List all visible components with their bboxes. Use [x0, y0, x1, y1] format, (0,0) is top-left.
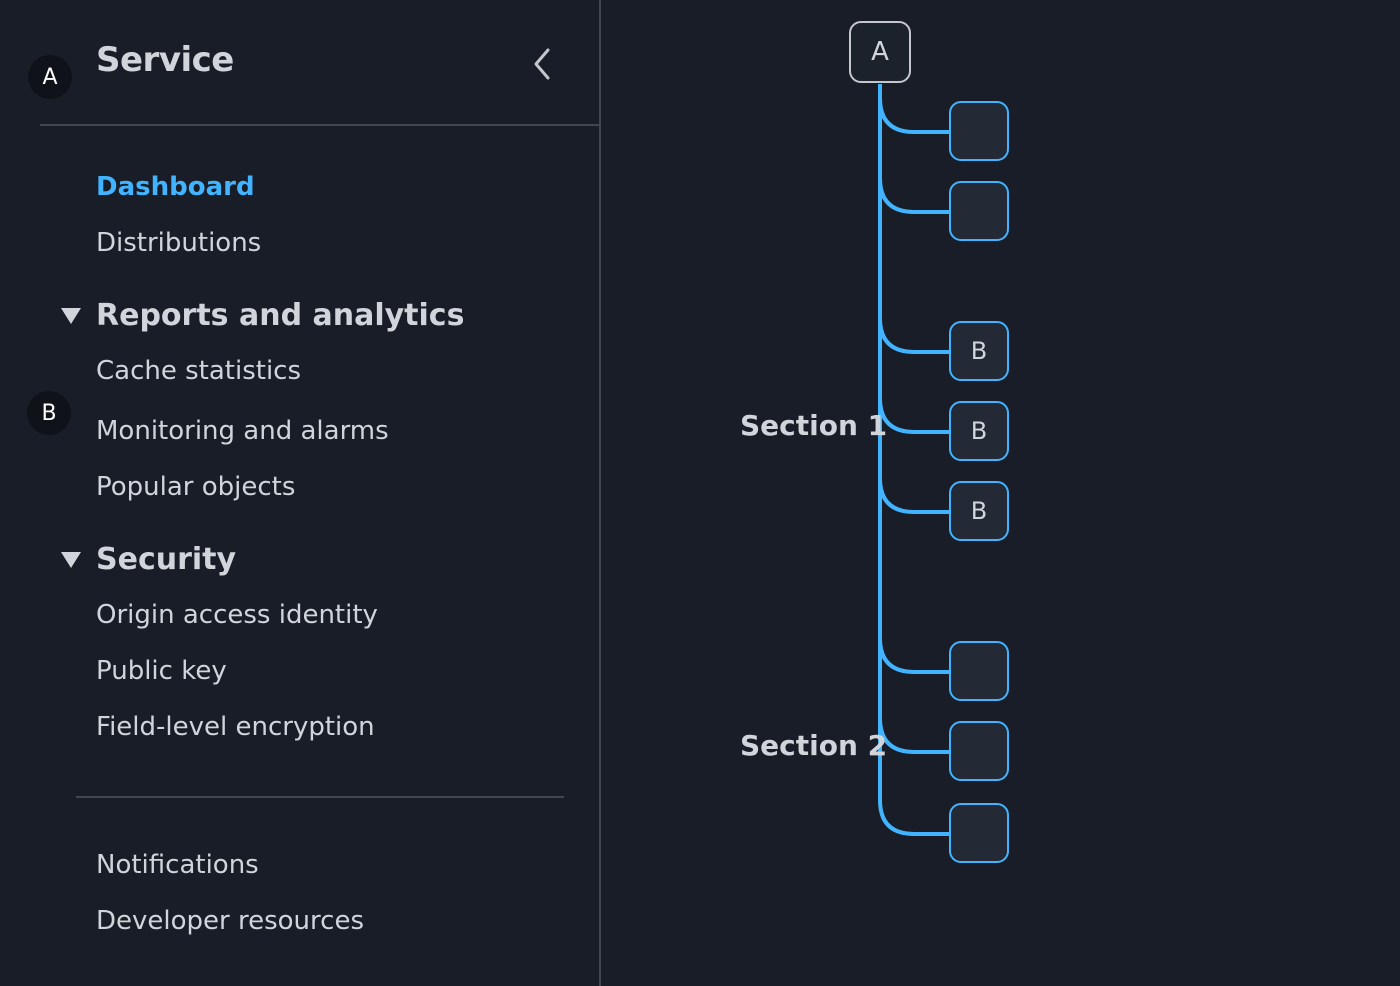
connector-branch: [878, 397, 949, 434]
service-title[interactable]: Service: [96, 40, 234, 80]
nav-link-notifications[interactable]: Notifications: [96, 850, 259, 880]
connector-branch: [878, 717, 949, 754]
caret-down-icon: [60, 551, 96, 569]
nav-link-popular-objects[interactable]: Popular objects: [96, 472, 295, 502]
diagram-root-node: A: [849, 21, 911, 83]
caret-down-icon: [60, 307, 96, 325]
nav-link-dashboard[interactable]: Dashboard: [96, 172, 255, 202]
nav-link-field-level-encryption[interactable]: Field-level encryption: [96, 712, 375, 742]
diagram-child-node: [949, 101, 1009, 161]
diagram-section-label: Section 1: [740, 409, 888, 442]
chevron-left-icon: [531, 47, 553, 85]
diagram-child-node: [949, 641, 1009, 701]
nav-link-cache-statistics[interactable]: Cache statistics: [96, 356, 301, 386]
nav-link-distributions[interactable]: Distributions: [96, 228, 261, 258]
connector-branch: [878, 97, 949, 134]
connector-branch: [878, 177, 949, 214]
side-navigation: A Service Dashboard Distributions Report…: [0, 0, 601, 986]
diagram-child-node: B: [949, 401, 1009, 461]
nav-link-monitoring-and-alarms[interactable]: Monitoring and alarms: [96, 416, 389, 446]
diagram-section-label: Section 2: [740, 729, 888, 762]
annotation-marker-b: B: [27, 391, 71, 435]
header-divider: [40, 124, 600, 126]
connector-branch: [878, 317, 949, 354]
section-toggle-security[interactable]: Security: [60, 542, 236, 577]
section-divider: [76, 796, 564, 798]
diagram-child-node: B: [949, 481, 1009, 541]
connector-branch: [878, 637, 949, 674]
connector-branch: [878, 477, 949, 514]
diagram-child-node: B: [949, 321, 1009, 381]
nav-link-developer-resources[interactable]: Developer resources: [96, 906, 364, 936]
diagram-child-node: [949, 721, 1009, 781]
annotation-marker-a: A: [28, 55, 72, 99]
diagram-child-node: [949, 181, 1009, 241]
nav-link-public-key[interactable]: Public key: [96, 656, 227, 686]
diagram-child-node: [949, 803, 1009, 863]
navigation-structure-diagram: A B B B Section 1 Section 2: [600, 0, 1400, 986]
section-title: Reports and analytics: [96, 298, 465, 333]
section-title: Security: [96, 542, 237, 577]
nav-link-origin-access-identity[interactable]: Origin access identity: [96, 600, 378, 630]
section-toggle-reports-and-analytics[interactable]: Reports and analytics: [60, 298, 464, 333]
connector-branch: [878, 799, 949, 836]
collapse-sidebar-button[interactable]: [522, 44, 562, 88]
